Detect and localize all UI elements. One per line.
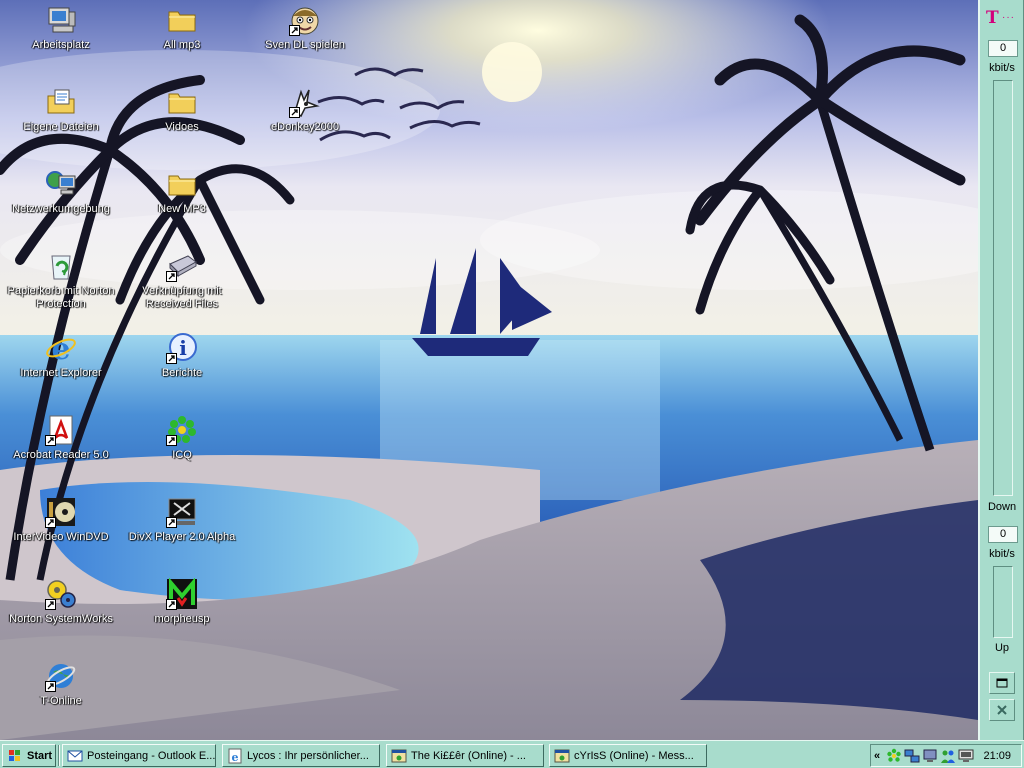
upload-label: Up xyxy=(994,642,1010,654)
shortcut-arrow-icon xyxy=(47,601,54,608)
desktop-icon-t-online[interactable]: T-Online xyxy=(1,660,121,708)
folder-icon xyxy=(168,175,196,196)
my-documents-icon xyxy=(47,89,75,114)
desktop-icon-sven-dl-spielen[interactable]: Sven DL spielen xyxy=(245,4,365,52)
start-label: Start xyxy=(27,749,53,762)
download-label: Down xyxy=(987,501,1017,513)
task-button-lycos[interactable]: e Lycos : Ihr persönlicher... xyxy=(222,744,380,767)
telekom-logo: T xyxy=(986,8,999,28)
svg-text:i: i xyxy=(179,336,187,360)
bandwidth-meter-bar: T ··· 0 kbit/s Down 0 kbit/s Up xyxy=(978,0,1024,740)
taskbar-separator xyxy=(58,745,60,766)
shortcut-arrow-icon xyxy=(168,355,175,362)
desktop-icon-edonkey2000[interactable]: eDonkey2000 xyxy=(245,86,365,134)
my-computer-icon xyxy=(48,7,76,33)
system-tray: « 21:09 xyxy=(870,744,1022,767)
desktop-icon-acrobat-reader[interactable]: Acrobat Reader 5.0 xyxy=(1,414,121,462)
shortcut-arrow-icon xyxy=(168,437,175,444)
desktop-icon-internet-explorer[interactable]: e Internet Explorer xyxy=(1,332,121,380)
tray-expand-chevron[interactable]: « xyxy=(874,750,886,762)
task-label: Lycos : Ihr persönlicher... xyxy=(247,749,369,762)
meter-window-button[interactable] xyxy=(989,672,1015,694)
task-button-messenger-1[interactable]: The Ki££êr (Online) - ... xyxy=(386,744,544,767)
network-icon xyxy=(46,171,76,195)
shortcut-arrow-icon xyxy=(168,519,175,526)
desktop-icon-vidoes[interactable]: Vidoes xyxy=(122,86,242,134)
icq-tray-icon[interactable] xyxy=(886,748,902,764)
desktop-icon-received-files[interactable]: Verknüpfung mit Received Files xyxy=(122,250,242,311)
desktop-icon-berichte[interactable]: i Berichte xyxy=(122,332,242,380)
shortcut-arrow-icon xyxy=(47,437,54,444)
task-button-messenger-2[interactable]: cYrIsS (Online) - Mess... xyxy=(549,744,707,767)
desktop-icon-netzwerkumgebung[interactable]: Netzwerkumgebung xyxy=(1,168,121,216)
internet-explorer-icon: e xyxy=(46,332,76,364)
desktop-icon-morpheusp[interactable]: morpheusp xyxy=(122,578,242,626)
upload-gauge xyxy=(993,566,1013,638)
shortcut-arrow-icon xyxy=(291,109,298,116)
task-label: Posteingang - Outlook E... xyxy=(87,749,215,762)
desktop-icon-all-mp3[interactable]: All mp3 xyxy=(122,4,242,52)
taskbar: Start Posteingang - Outlook E... e Lycos… xyxy=(0,740,1024,768)
taskbar-clock[interactable]: 21:09 xyxy=(983,750,1011,762)
upload-unit: kbit/s xyxy=(989,548,1015,560)
download-gauge xyxy=(993,80,1013,496)
shortcut-arrow-icon xyxy=(168,601,175,608)
task-label: The Ki££êr (Online) - ... xyxy=(411,749,526,762)
desktop-icon-norton-systemworks[interactable]: Norton SystemWorks xyxy=(1,578,121,626)
monitor-tray-icon[interactable] xyxy=(922,748,938,764)
download-unit: kbit/s xyxy=(989,62,1015,74)
ie-page-icon: e xyxy=(228,748,242,764)
folder-icon xyxy=(168,93,196,114)
upload-rate-value: 0 xyxy=(988,526,1018,543)
outlook-icon xyxy=(67,750,83,761)
desktop[interactable]: Arbeitsplatz Eigene Dateien Netzwerkumge… xyxy=(0,0,978,740)
desktop-icon-papierkorb[interactable]: Papierkorb mit Norton Protection xyxy=(1,250,121,311)
shortcut-arrow-icon xyxy=(291,27,298,34)
desktop-icon-eigene-dateien[interactable]: Eigene Dateien xyxy=(1,86,121,134)
windows-logo-icon xyxy=(9,749,20,761)
desktop-icon-new-mp3[interactable]: New MP3 xyxy=(122,168,242,216)
folder-icon xyxy=(168,11,196,32)
recycle-bin-icon xyxy=(51,255,71,280)
svg-text:e: e xyxy=(232,751,239,764)
task-label: cYrIsS (Online) - Mess... xyxy=(574,749,694,762)
desktop-icon-windvd[interactable]: InterVideo WinDVD xyxy=(1,496,121,544)
desktop-icon-icq[interactable]: ICQ xyxy=(122,414,242,462)
shortcut-arrow-icon xyxy=(168,273,175,280)
desktop-icon-arbeitsplatz[interactable]: Arbeitsplatz xyxy=(1,4,121,52)
network-tray-icon[interactable] xyxy=(904,748,920,764)
telekom-logo-dots: ··· xyxy=(1002,12,1015,23)
download-rate-value: 0 xyxy=(988,40,1018,57)
messenger-icon xyxy=(554,749,570,762)
shortcut-arrow-icon xyxy=(47,683,54,690)
window-icon xyxy=(996,678,1008,688)
meter-close-button[interactable] xyxy=(989,699,1015,721)
shortcut-arrow-icon xyxy=(47,519,54,526)
messenger-icon xyxy=(391,749,407,762)
desktop-icon-divx-player[interactable]: DivX Player 2.0 Alpha xyxy=(122,496,242,544)
close-icon xyxy=(997,705,1007,715)
svg-text:e: e xyxy=(51,332,70,364)
display-tray-icon[interactable] xyxy=(958,748,974,764)
task-button-outlook[interactable]: Posteingang - Outlook E... xyxy=(62,744,216,767)
start-button[interactable]: Start xyxy=(2,744,56,767)
people-tray-icon[interactable] xyxy=(940,748,956,764)
